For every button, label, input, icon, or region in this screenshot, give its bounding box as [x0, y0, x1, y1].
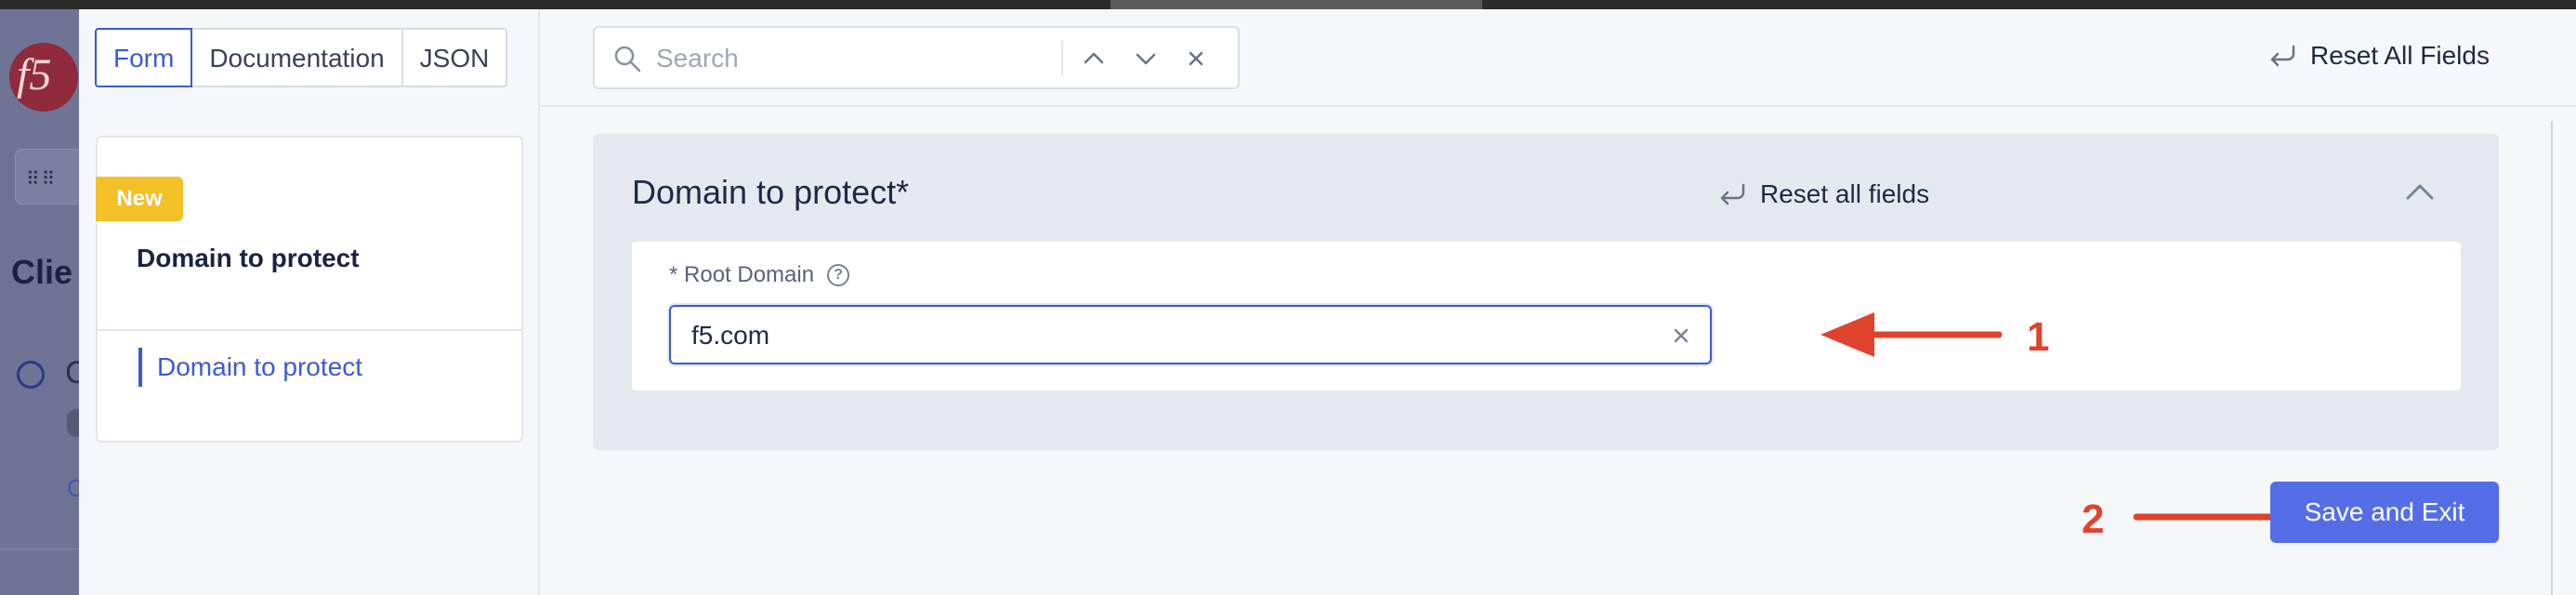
reset-all-fields-button[interactable]: Reset All Fields [2267, 37, 2490, 74]
section-reset-label: Reset all fields [1760, 179, 1930, 208]
tab-json[interactable]: JSON [401, 28, 508, 87]
undo-icon [1720, 183, 1745, 205]
domain-section: Domain to protect* Reset all fields * Ro… [593, 134, 2499, 450]
nav-item-domain-to-protect[interactable]: Domain to protect [138, 348, 362, 387]
section-nav-card: New Domain to protect Domain to protect [96, 136, 523, 443]
question-circle-icon[interactable]: ? [827, 264, 850, 286]
root-domain-label-text: * Root Domain [669, 262, 815, 287]
tab-form[interactable]: Form [95, 28, 193, 87]
new-badge: New [96, 177, 183, 221]
search-separator [1061, 41, 1063, 76]
background-pill [67, 409, 79, 437]
annotation-step-1: 1 [2027, 314, 2050, 360]
search-box [593, 26, 1240, 89]
root-domain-field [669, 305, 1712, 364]
chevron-down-icon[interactable] [1132, 45, 1160, 73]
section-title: Domain to protect* [632, 173, 910, 211]
search-icon [614, 46, 641, 73]
section-reset-button[interactable]: Reset all fields [1717, 173, 1929, 216]
chevron-up-icon[interactable] [1080, 45, 1108, 73]
scrollbar[interactable] [2551, 121, 2553, 595]
collapse-chevron-icon[interactable] [2403, 178, 2437, 206]
tab-documentation[interactable]: Documentation [191, 28, 403, 87]
root-domain-input[interactable] [691, 316, 1621, 355]
field-card: * Root Domain ? [632, 242, 2461, 390]
top-strip [0, 0, 2576, 9]
root-domain-label: * Root Domain ? [669, 262, 850, 288]
close-icon[interactable] [1182, 45, 1210, 73]
form-panel: Form Documentation JSON New Domain to pr… [79, 9, 2576, 595]
f5-logo: f5 [9, 43, 78, 112]
background-link: C [67, 474, 79, 502]
annotation-arrow-left-icon [1820, 312, 2003, 357]
reset-all-fields-label: Reset All Fields [2310, 41, 2490, 70]
top-strip-segment [1111, 0, 1482, 9]
nav-title: Domain to protect [137, 244, 360, 272]
apps-grid-icon: ⠿⠿ [26, 169, 58, 190]
background-item-text: C [65, 355, 79, 390]
undo-icon [2270, 45, 2295, 67]
save-and-exit-button[interactable]: Save and Exit [2270, 482, 2499, 543]
left-column: Form Documentation JSON New Domain to pr… [79, 9, 540, 595]
view-tabs: Form Documentation JSON [95, 28, 508, 87]
search-input[interactable] [656, 39, 1121, 78]
clear-icon[interactable] [1669, 324, 1693, 348]
toolbar-divider [542, 105, 2576, 107]
background-app: f5 ⠿⠿ Clie C C [0, 9, 79, 595]
background-client-title: Clie [11, 253, 73, 291]
nav-divider [98, 329, 521, 331]
annotation-step-2: 2 [2082, 496, 2105, 542]
globe-icon [17, 361, 45, 389]
